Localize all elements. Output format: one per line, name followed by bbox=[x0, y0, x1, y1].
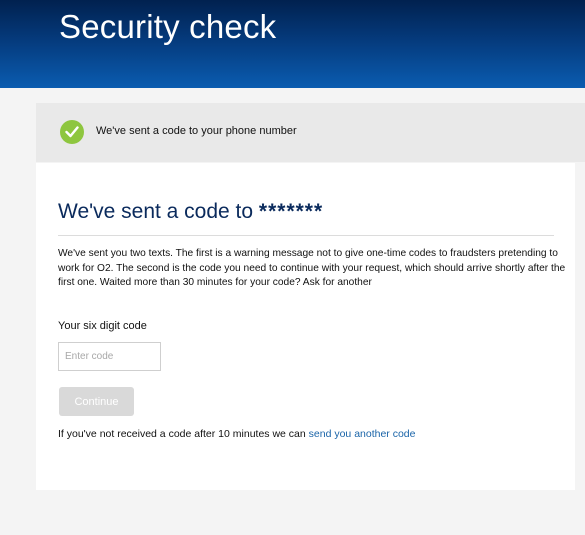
continue-button[interactable]: Continue bbox=[59, 387, 134, 416]
notice-banner: We've sent a code to your phone number bbox=[36, 103, 585, 162]
resend-message: If you've not received a code after 10 m… bbox=[58, 428, 306, 440]
notice-text: We've sent a code to your phone number bbox=[96, 125, 297, 137]
verification-card: We've sent a code to ******* We've sent … bbox=[36, 163, 575, 490]
resend-text: If you've not received a code after 10 m… bbox=[58, 428, 416, 440]
description-text: We've sent you two texts. The first is a… bbox=[58, 248, 566, 288]
divider bbox=[58, 235, 554, 236]
check-circle-icon bbox=[60, 120, 84, 144]
resend-code-link[interactable]: send you another code bbox=[309, 428, 416, 440]
page-header: Security check bbox=[0, 0, 585, 88]
code-label: Your six digit code bbox=[58, 320, 147, 332]
card-title-text: We've sent a code to bbox=[58, 200, 254, 223]
page-title: Security check bbox=[59, 8, 277, 45]
card-title: We've sent a code to ******* bbox=[58, 200, 323, 224]
masked-phone-number: ******* bbox=[258, 200, 324, 223]
code-input[interactable] bbox=[58, 342, 161, 371]
